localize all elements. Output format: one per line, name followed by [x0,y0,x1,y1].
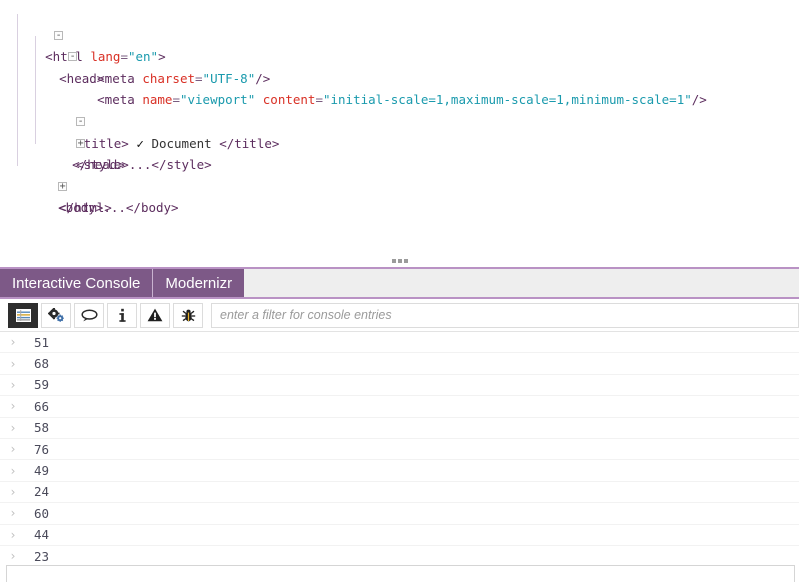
css-entries-toggle[interactable] [41,302,71,328]
tab-modernizr[interactable]: Modernizr [152,269,245,297]
info-entries-toggle[interactable] [107,302,137,328]
console-command-input[interactable] [6,565,795,582]
info-icon [118,308,126,322]
speech-bubble-icon [80,308,98,321]
gears-icon [47,307,64,322]
entry-value: 66 [34,398,50,414]
devtools-window: - <html lang="en"> - <head> <meta charse… [0,0,799,582]
entry-expand-arrow-icon[interactable]: › [0,378,26,392]
splitter-dot-1 [391,259,396,263]
console-entry[interactable]: › 68 [0,353,799,375]
entry-expand-arrow-icon[interactable]: › [0,528,26,542]
console-command-bar [0,562,799,582]
console-entries-list[interactable]: › 51 › 68 › 59 › 66 › 58 › 76 › 49 › 24 … [0,332,799,562]
dom-line-html-close[interactable]: </html> [0,176,799,215]
dom-line-meta-charset[interactable]: <meta charset="UTF-8"/> [0,46,799,86]
console-entry[interactable]: › 76 [0,439,799,461]
entry-value: 49 [34,463,50,479]
console-entry[interactable]: › 24 [0,482,799,504]
splitter-dot-2 [397,259,402,263]
entry-value: 58 [34,420,50,436]
error-entries-toggle[interactable] [173,302,203,328]
entry-expand-arrow-icon[interactable]: › [0,399,26,413]
entry-value: 76 [34,441,50,457]
entry-expand-arrow-icon[interactable]: › [0,335,26,349]
entry-value: 51 [34,334,50,350]
entry-value: 23 [34,548,50,562]
entry-value: 59 [34,377,50,393]
entry-expand-arrow-icon[interactable]: › [0,442,26,456]
dom-line-title[interactable]: - <title> ✓ Document </title> [0,89,799,151]
entry-expand-arrow-icon[interactable]: › [0,357,26,371]
console-entry[interactable]: › 44 [0,525,799,546]
console-filter-input[interactable] [211,302,799,328]
warning-entries-toggle[interactable] [140,302,170,328]
splitter-dot-3 [403,259,408,263]
messages-toggle[interactable] [74,302,104,328]
entry-value: 60 [34,505,50,521]
entry-value: 44 [34,527,50,543]
console-entry[interactable]: › 49 [0,460,799,482]
entry-value: 68 [34,356,50,372]
bug-icon [181,309,195,321]
tab-interactive-console[interactable]: Interactive Console [0,269,153,297]
entry-expand-arrow-icon[interactable]: › [0,464,26,478]
list-icon [15,308,31,322]
console-entry[interactable]: › 23 [0,546,799,562]
entry-expand-arrow-icon[interactable]: › [0,485,26,499]
tab-interactive-console-label: Interactive Console [12,274,141,292]
dom-line-meta-viewport[interactable]: <meta name="viewport" content="initial-s… [0,68,799,107]
console-tabbar: Interactive Console Modernizr [0,267,799,299]
dom-line-style[interactable]: + <style>...</style> [0,111,799,172]
tab-modernizr-label: Modernizr [165,274,233,292]
dom-line-head-close[interactable]: </head> [0,133,799,172]
warning-icon [147,308,163,322]
entry-value: 24 [34,484,50,500]
dom-line-body[interactable]: + <body>...</body> [0,154,799,215]
console-entry[interactable]: › 58 [0,418,799,439]
console-entry[interactable]: › 60 [0,503,799,525]
console-entry[interactable]: › 51 [0,332,799,354]
entry-expand-arrow-icon[interactable]: › [0,549,26,562]
token-body-close: </body> [125,200,179,216]
console-entry[interactable]: › 59 [0,375,799,397]
splitter-grip-icon[interactable] [391,259,408,263]
log-entries-toggle[interactable] [8,302,38,328]
panel-splitter[interactable] [0,255,799,267]
console-panel: Interactive Console Modernizr enter a fi… [0,267,799,582]
token-html-close: </html> [59,200,112,216]
entry-expand-arrow-icon[interactable]: › [0,506,26,520]
dom-line-head-open[interactable]: - <head> [0,25,799,86]
dom-line-html-open[interactable]: - <html lang="en"> [0,3,799,64]
dom-source-pane: - <html lang="en"> - <head> <meta charse… [0,0,799,255]
console-toolbar [0,299,799,332]
console-entry[interactable]: › 66 [0,396,799,418]
entry-expand-arrow-icon[interactable]: › [0,421,26,435]
